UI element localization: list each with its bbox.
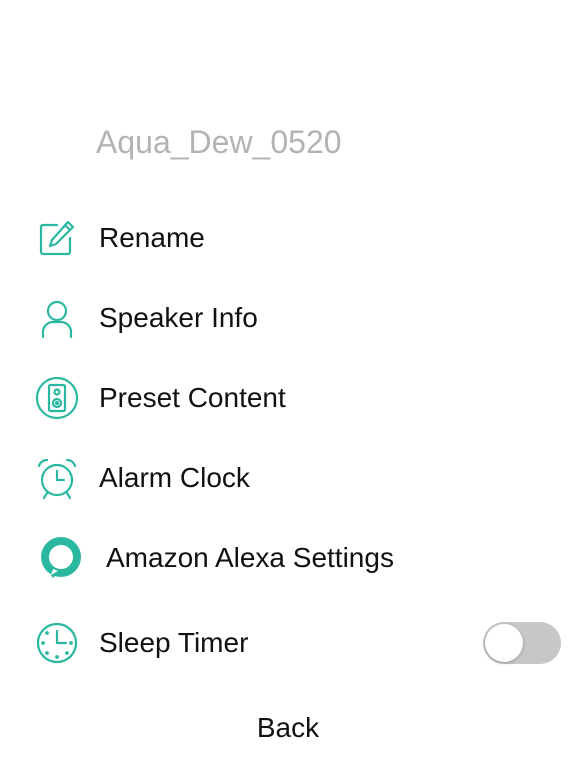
menu-item-label: Speaker Info xyxy=(99,302,258,333)
edit-icon xyxy=(35,216,79,260)
toggle-knob xyxy=(485,624,523,662)
speaker-icon xyxy=(35,376,79,420)
alarm-clock-icon xyxy=(35,456,79,500)
timer-icon xyxy=(35,621,79,665)
menu-item-speaker-info[interactable]: Speaker Info xyxy=(0,288,576,348)
device-name: Aqua_Dew_0520 xyxy=(96,124,342,160)
menu-item-label: Alarm Clock xyxy=(99,462,250,493)
back-button[interactable]: Back xyxy=(208,706,368,750)
menu-item-label: Sleep Timer xyxy=(99,627,249,658)
menu-item-sleep-timer: Sleep Timer xyxy=(0,613,576,673)
menu-item-label: Amazon Alexa Settings xyxy=(106,542,394,573)
menu-item-label: Rename xyxy=(99,222,205,253)
menu-item-label: Preset Content xyxy=(99,382,286,413)
alexa-icon xyxy=(39,536,83,580)
sleep-timer-toggle[interactable] xyxy=(483,622,561,664)
menu-item-preset-content[interactable]: Preset Content xyxy=(0,368,576,428)
menu-item-alexa-settings[interactable]: Amazon Alexa Settings xyxy=(0,528,576,588)
user-icon xyxy=(35,296,79,340)
menu-item-rename[interactable]: Rename xyxy=(0,208,576,268)
menu-item-alarm-clock[interactable]: Alarm Clock xyxy=(0,448,576,508)
